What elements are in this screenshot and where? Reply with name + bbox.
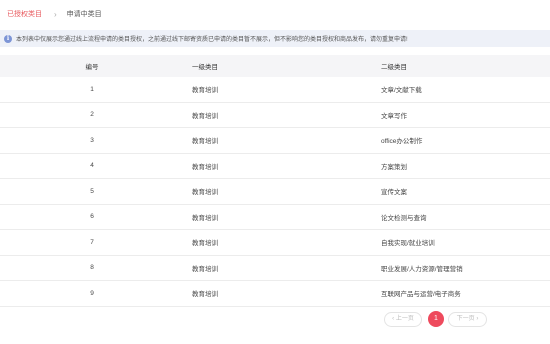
cell-primary-category: 教育培训: [192, 291, 218, 299]
cell-primary-category: 教育培训: [192, 87, 218, 95]
table-row: 3 教育培训 office办公制作: [0, 128, 550, 154]
cell-number: 1: [90, 85, 94, 93]
table-row: 9 教育培训 互联网产品与运营/电子商务: [0, 281, 550, 307]
cell-secondary-category: 论文检测与查询: [381, 214, 427, 222]
cell-primary-category: 教育培训: [192, 240, 218, 248]
cell-primary-category: 教育培训: [192, 112, 218, 120]
cell-number: 2: [90, 111, 94, 119]
header-primary-category: 一级类目: [192, 64, 218, 71]
table-row: 8 教育培训 职业发展/人力资源/管理营销: [0, 256, 550, 281]
tab-authorized-categories[interactable]: 已授权类目: [0, 0, 42, 30]
cell-secondary-category: 自我实现/就业培训: [381, 240, 435, 248]
cell-number: 4: [90, 162, 94, 170]
pagination: ‹ 上一页 1 下一页 ›: [0, 310, 550, 328]
cell-secondary-category: 文章写作: [381, 112, 407, 120]
cell-secondary-category: office办公制作: [381, 138, 423, 146]
cell-primary-category: 教育培训: [192, 189, 218, 197]
tab-bar: 已授权类目 › 申请中类目: [0, 0, 550, 30]
cell-secondary-category: 文章/文献下载: [381, 87, 422, 95]
cell-number: 5: [90, 187, 94, 195]
cell-primary-category: 教育培训: [192, 163, 218, 171]
next-page-button[interactable]: 下一页 ›: [448, 312, 487, 327]
cell-number: 9: [90, 289, 94, 297]
cell-number: 7: [90, 238, 94, 246]
cell-number: 6: [90, 213, 94, 221]
page-number-current[interactable]: 1: [428, 311, 444, 327]
cell-secondary-category: 宣传文案: [381, 189, 407, 197]
cell-secondary-category: 职业发展/人力资源/管理营销: [381, 265, 463, 273]
cell-number: 8: [90, 264, 94, 272]
table-row: 1 教育培训 文章/文献下载: [0, 77, 550, 103]
cell-number: 3: [90, 136, 94, 144]
cell-primary-category: 教育培训: [192, 265, 218, 273]
table-row: 7 教育培训 自我实现/就业培训: [0, 230, 550, 256]
prev-page-button[interactable]: ‹ 上一页: [384, 312, 422, 327]
header-secondary-category: 二级类目: [381, 64, 407, 71]
table-row: 2 教育培训 文章写作: [0, 103, 550, 128]
cell-primary-category: 教育培训: [192, 214, 218, 222]
notice-banner: i 本列表中仅展示您通过线上流程申请的类目授权，之前通过线下邮寄资质已申请的类目…: [0, 30, 550, 47]
table-row: 5 教育培训 宣传文案: [0, 179, 550, 205]
info-icon: i: [4, 34, 12, 43]
notice-text: 本列表中仅展示您通过线上流程申请的类目授权，之前通过线下邮寄资质已申请的类目暂不…: [16, 37, 408, 43]
category-table: 编号 一级类目 二级类目 1 教育培训 文章/文献下载 2 教育培训 文章写作 …: [0, 55, 550, 307]
table-row: 6 教育培训 论文检测与查询: [0, 205, 550, 230]
cell-secondary-category: 方案策划: [381, 163, 407, 171]
header-number: 编号: [85, 64, 99, 71]
chevron-right-icon: ›: [54, 10, 57, 19]
tab-applying-categories[interactable]: 申请中类目: [67, 0, 102, 30]
table-header: 编号 一级类目 二级类目: [0, 55, 550, 77]
cell-secondary-category: 互联网产品与运营/电子商务: [381, 291, 461, 299]
table-row: 4 教育培训 方案策划: [0, 154, 550, 179]
cell-primary-category: 教育培训: [192, 138, 218, 146]
